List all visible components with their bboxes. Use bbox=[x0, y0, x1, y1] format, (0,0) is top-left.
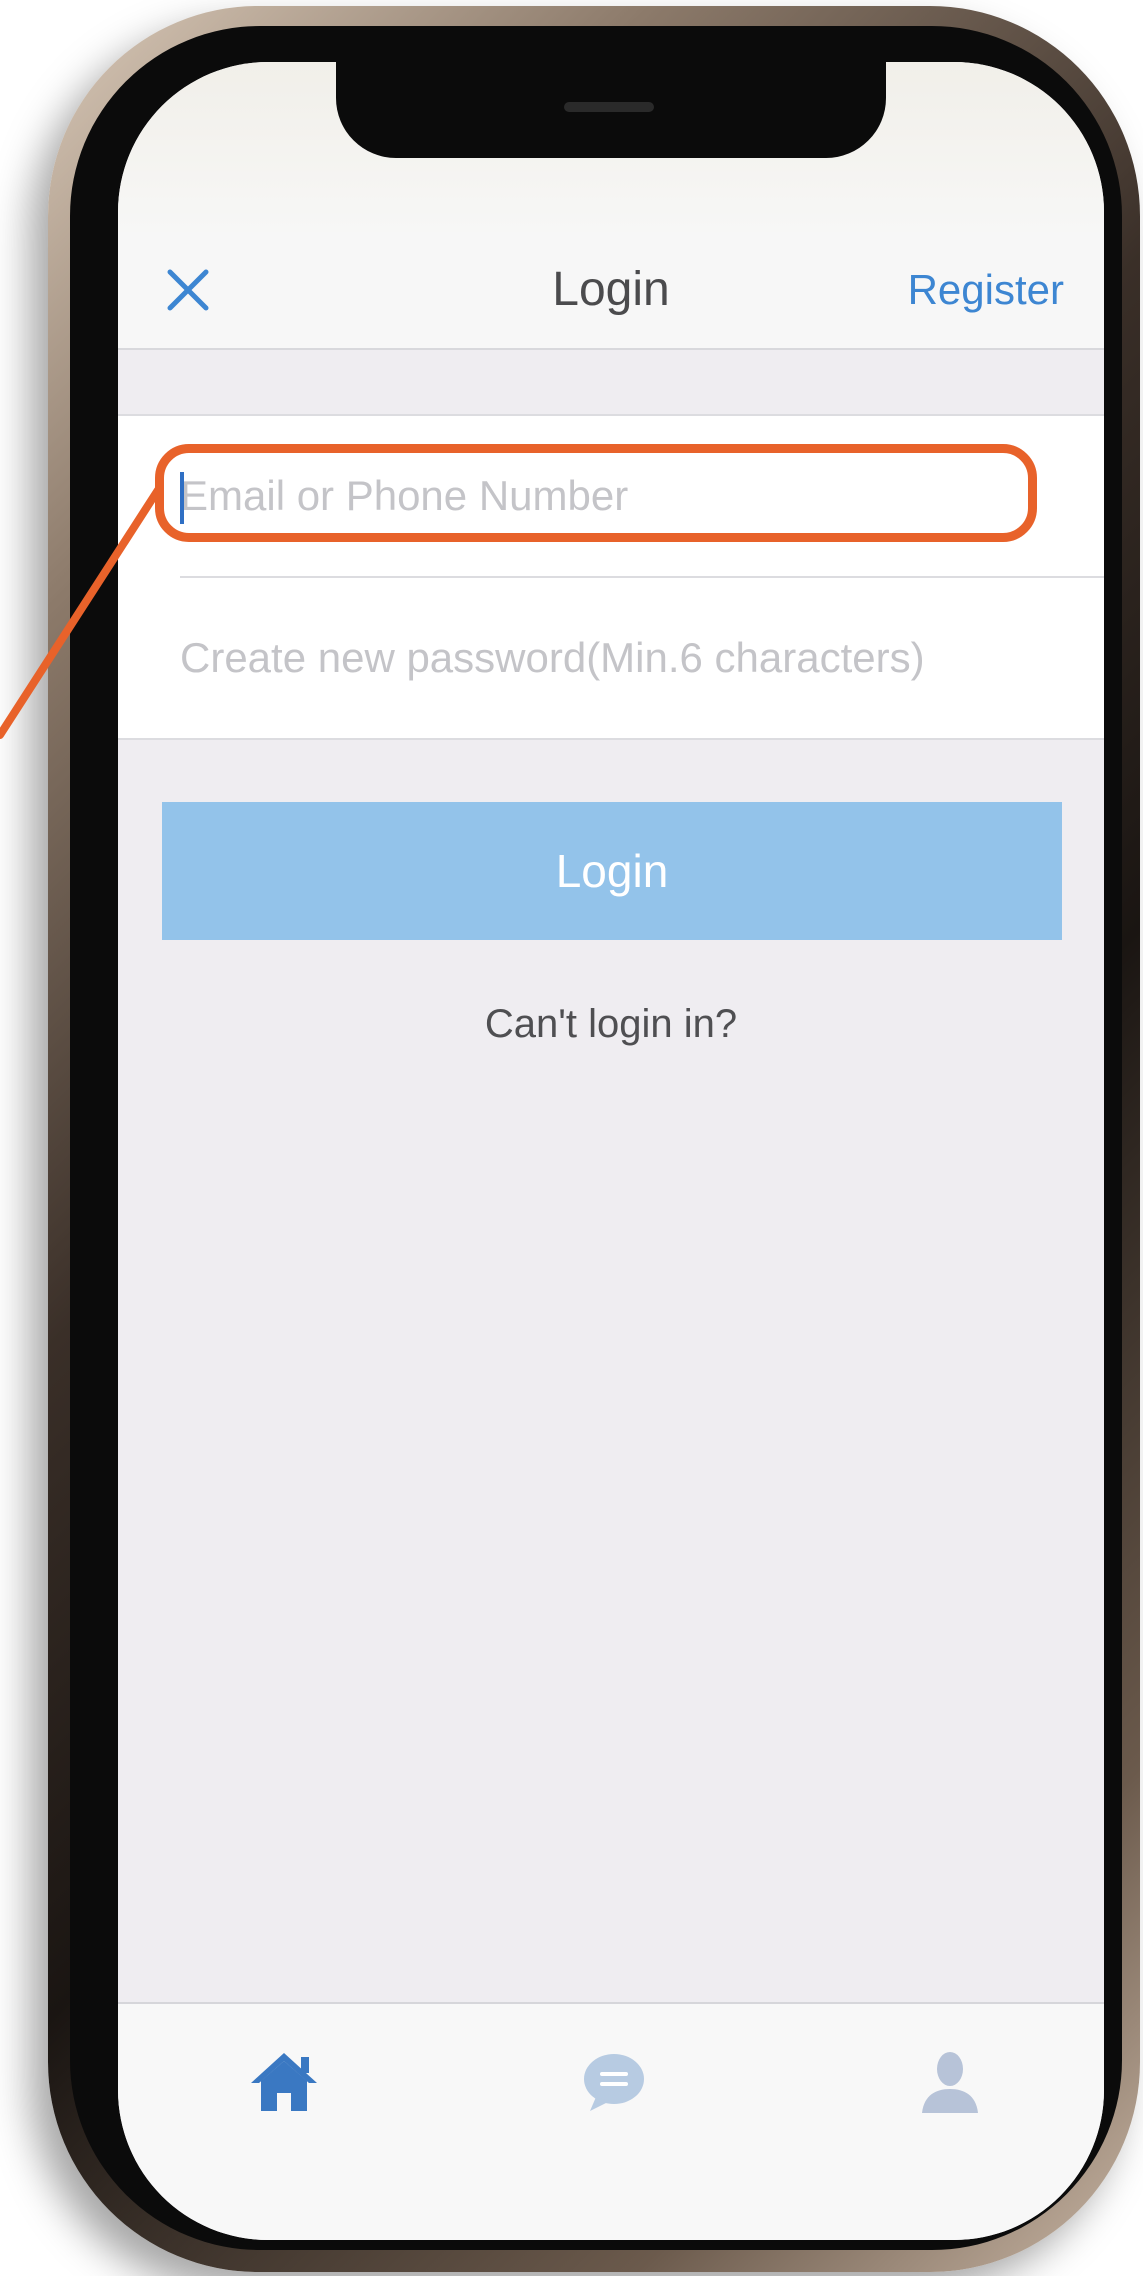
tab-messages[interactable] bbox=[564, 2032, 664, 2132]
tab-home[interactable] bbox=[234, 2032, 334, 2132]
stage: Login Register Login Can't login in? bbox=[0, 0, 1143, 2276]
register-link[interactable]: Register bbox=[908, 232, 1064, 348]
close-icon bbox=[167, 269, 209, 311]
navigation-bar: Login Register bbox=[118, 232, 1104, 350]
cant-login-link[interactable]: Can't login in? bbox=[118, 1002, 1104, 1047]
tab-bar bbox=[118, 2002, 1104, 2240]
speaker-grille bbox=[564, 102, 654, 112]
password-field-row bbox=[180, 578, 1104, 738]
phone-screen: Login Register Login Can't login in? bbox=[118, 62, 1104, 2240]
text-cursor bbox=[180, 472, 184, 524]
login-form bbox=[118, 414, 1104, 740]
notch bbox=[336, 62, 886, 158]
email-or-phone-input[interactable] bbox=[180, 472, 1040, 520]
tab-profile[interactable] bbox=[900, 2032, 1000, 2132]
user-icon bbox=[922, 2052, 978, 2113]
home-icon bbox=[251, 2053, 317, 2111]
login-button[interactable]: Login bbox=[162, 802, 1062, 940]
email-field-row bbox=[180, 416, 1104, 578]
close-button[interactable] bbox=[158, 260, 218, 320]
password-input[interactable] bbox=[180, 634, 1040, 682]
chat-bubble-icon bbox=[584, 2054, 644, 2111]
